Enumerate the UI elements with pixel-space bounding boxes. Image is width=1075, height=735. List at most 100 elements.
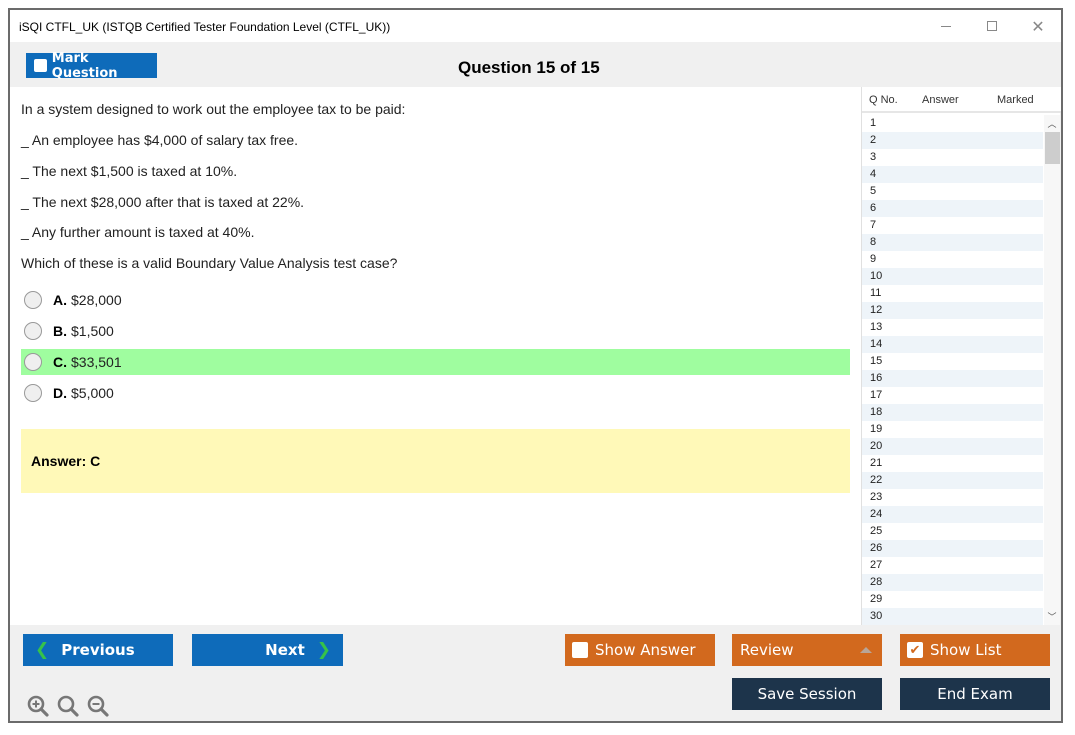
question-list-row[interactable]: 3 xyxy=(862,149,1043,166)
show-answer-button[interactable]: Show Answer xyxy=(565,634,715,666)
close-button[interactable]: ✕ xyxy=(1015,10,1061,42)
option-b[interactable]: B. $1,500 xyxy=(21,318,850,344)
question-list-row[interactable]: 23 xyxy=(862,489,1043,506)
option-text: $33,501 xyxy=(71,354,122,370)
zoom-reset-icon[interactable] xyxy=(56,694,80,718)
option-a[interactable]: A. $28,000 xyxy=(21,287,850,313)
option-text: $28,000 xyxy=(71,292,122,308)
zoom-in-icon[interactable] xyxy=(26,694,50,718)
option-text: $5,000 xyxy=(71,385,114,401)
maximize-button[interactable] xyxy=(969,10,1015,42)
option-text: $1,500 xyxy=(71,323,114,339)
show-answer-checkbox[interactable] xyxy=(572,642,588,658)
maximize-icon xyxy=(987,21,997,31)
question-list-row[interactable]: 5 xyxy=(862,183,1043,200)
footer-toolbar: ❮ Previous Next ❯ Show Answer Review ✔ S… xyxy=(10,625,1061,721)
app-window: iSQI CTFL_UK (ISTQB Certified Tester Fou… xyxy=(8,8,1063,723)
show-list-button[interactable]: ✔ Show List xyxy=(900,634,1050,666)
marked-column-header[interactable]: Marked xyxy=(997,94,1034,106)
option-d[interactable]: D. $5,000 xyxy=(21,380,850,406)
chevron-left-icon: ❮ xyxy=(35,640,50,660)
question-list-row[interactable]: 1 xyxy=(862,115,1043,132)
option-letter: C. xyxy=(53,354,67,370)
option-c-radio[interactable] xyxy=(24,353,42,371)
question-list-row[interactable]: 7 xyxy=(862,217,1043,234)
question-list-row[interactable]: 19 xyxy=(862,421,1043,438)
question-list-row[interactable]: 18 xyxy=(862,404,1043,421)
question-text: In a system designed to work out the emp… xyxy=(21,101,406,117)
previous-label: Previous xyxy=(61,641,135,659)
mark-question-button[interactable]: Mark Question xyxy=(26,50,157,81)
mark-question-label: Mark Question xyxy=(51,50,118,81)
question-list-row[interactable]: 4 xyxy=(862,166,1043,183)
question-list-scrollbar[interactable]: ︿ ﹀ xyxy=(1044,115,1060,625)
checkmark-icon: ✔ xyxy=(909,642,921,658)
question-list-row[interactable]: 6 xyxy=(862,200,1043,217)
question-list-rows: 1 2 3 4 5 6 7 8 9 10 11 12 13 14 15 16 17 18 19 20 21 22 23 24 2… xyxy=(862,115,1043,625)
question-list-row[interactable]: 9 xyxy=(862,251,1043,268)
caret-up-icon xyxy=(860,647,872,653)
mark-question-checkbox[interactable] xyxy=(34,59,47,72)
option-letter: A. xyxy=(53,292,67,308)
question-panel: In a system designed to work out the emp… xyxy=(10,87,861,625)
question-list-row[interactable]: 16 xyxy=(862,370,1043,387)
question-list-row[interactable]: 26 xyxy=(862,540,1043,557)
zoom-controls xyxy=(26,694,110,718)
save-session-button[interactable]: Save Session xyxy=(732,678,882,710)
question-text: _ An employee has $4,000 of salary tax f… xyxy=(21,132,299,148)
question-text: _ The next $28,000 after that is taxed a… xyxy=(21,194,305,210)
question-list-row[interactable]: 27 xyxy=(862,557,1043,574)
minimize-icon xyxy=(941,25,951,27)
question-list-row[interactable]: 8 xyxy=(862,234,1043,251)
end-exam-button[interactable]: End Exam xyxy=(900,678,1050,710)
review-dropdown[interactable]: Review xyxy=(732,634,882,666)
question-list-row[interactable]: 12 xyxy=(862,302,1043,319)
title-bar: iSQI CTFL_UK (ISTQB Certified Tester Fou… xyxy=(10,10,1061,42)
scroll-up-icon[interactable]: ︿ xyxy=(1044,115,1060,132)
question-list-row[interactable]: 2 xyxy=(862,132,1043,149)
question-list-row[interactable]: 21 xyxy=(862,455,1043,472)
scroll-thumb[interactable] xyxy=(1045,132,1060,164)
option-d-radio[interactable] xyxy=(24,384,42,402)
show-answer-label: Show Answer xyxy=(595,641,696,659)
question-text: _ Any further amount is taxed at 40%. xyxy=(21,224,255,240)
question-list-row[interactable]: 29 xyxy=(862,591,1043,608)
question-counter: Question 15 of 15 xyxy=(458,58,600,77)
previous-button[interactable]: ❮ Previous xyxy=(23,634,173,666)
qno-column-header[interactable]: Q No. xyxy=(869,94,898,106)
question-list-header: Q No. Answer Marked xyxy=(862,87,1061,113)
question-list-row[interactable]: 25 xyxy=(862,523,1043,540)
question-list-row[interactable]: 15 xyxy=(862,353,1043,370)
answer-column-header[interactable]: Answer xyxy=(922,94,959,106)
next-label: Next xyxy=(265,641,305,659)
question-list-row[interactable]: 30 xyxy=(862,608,1043,625)
question-list-row[interactable]: 28 xyxy=(862,574,1043,591)
question-header: Mark Question Question 15 of 15 xyxy=(10,42,1061,87)
question-list-row[interactable]: 22 xyxy=(862,472,1043,489)
option-b-radio[interactable] xyxy=(24,322,42,340)
next-button[interactable]: Next ❯ xyxy=(192,634,343,666)
show-list-checkbox[interactable]: ✔ xyxy=(907,642,923,658)
question-text: _ The next $1,500 is taxed at 10%. xyxy=(21,163,238,179)
scroll-down-icon[interactable]: ﹀ xyxy=(1044,608,1060,625)
review-label: Review xyxy=(740,641,794,659)
question-list-row[interactable]: 10 xyxy=(862,268,1043,285)
question-list-row[interactable]: 13 xyxy=(862,319,1043,336)
question-list: Q No. Answer Marked 1 2 3 4 5 6 7 8 9 10 11 12 13 14 1… xyxy=(861,87,1061,625)
answer-box: Answer: C xyxy=(21,429,850,493)
question-list-row[interactable]: 14 xyxy=(862,336,1043,353)
question-list-row[interactable]: 24 xyxy=(862,506,1043,523)
close-icon: ✕ xyxy=(1031,16,1045,36)
option-c[interactable]: C. $33,501 xyxy=(21,349,850,375)
option-letter: B. xyxy=(53,323,67,339)
zoom-out-icon[interactable] xyxy=(86,694,110,718)
chevron-right-icon: ❯ xyxy=(316,640,331,660)
option-letter: D. xyxy=(53,385,67,401)
question-prompt: Which of these is a valid Boundary Value… xyxy=(21,255,398,271)
minimize-button[interactable] xyxy=(923,10,969,42)
option-a-radio[interactable] xyxy=(24,291,42,309)
question-list-row[interactable]: 20 xyxy=(862,438,1043,455)
question-list-row[interactable]: 11 xyxy=(862,285,1043,302)
show-list-label: Show List xyxy=(930,641,1002,659)
question-list-row[interactable]: 17 xyxy=(862,387,1043,404)
